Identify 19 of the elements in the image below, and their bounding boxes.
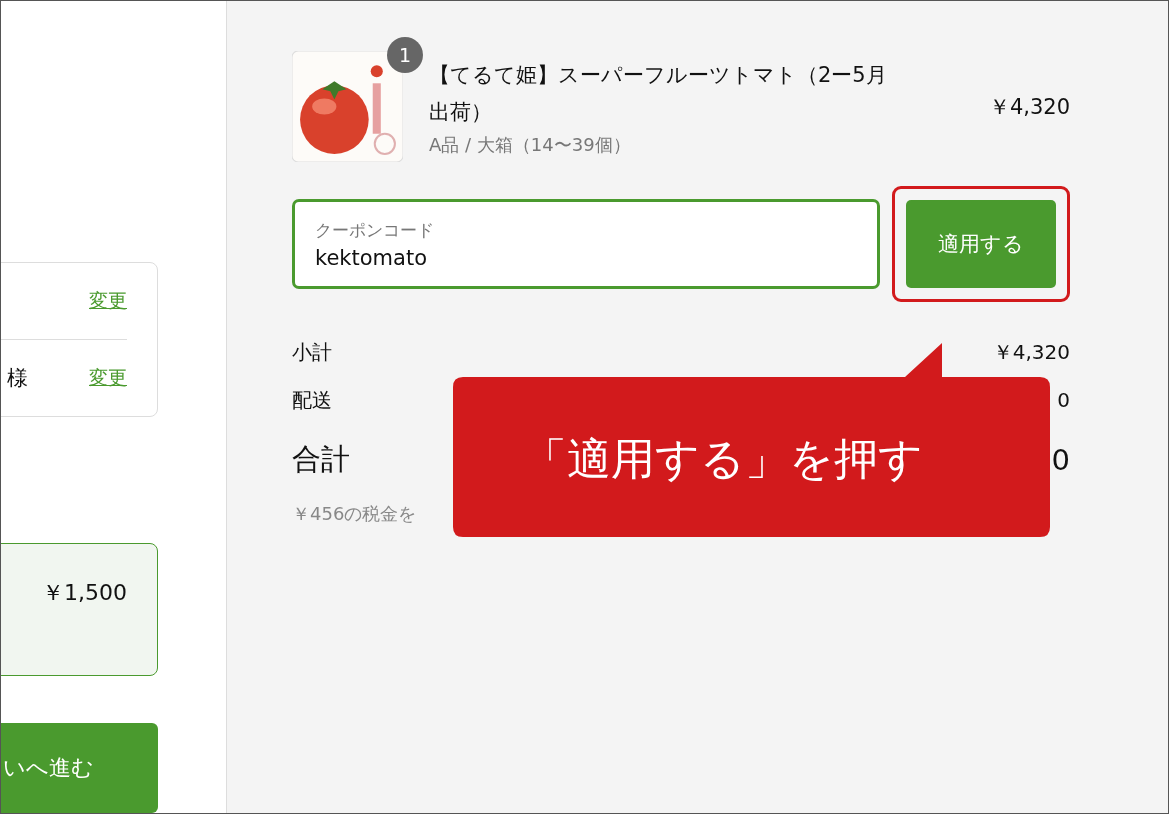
coupon-field[interactable]: クーポンコード kektomato — [292, 199, 880, 289]
shipping-option[interactable]: ￥1,500 — [1, 543, 158, 676]
summary-label: 合計 — [292, 441, 350, 478]
apply-button[interactable]: 適用する — [906, 200, 1056, 288]
product-price: ￥4,320 — [988, 93, 1070, 121]
summary-value: 0 — [1057, 388, 1070, 412]
summary-label: 配送 — [292, 386, 332, 414]
summary-value: ￥4,320 — [992, 338, 1070, 366]
summary-label: 小計 — [292, 338, 332, 366]
change-link[interactable]: 変更 — [89, 288, 127, 314]
address-text: 様 — [7, 365, 28, 392]
product-name: 【てるて姫】スーパーフルーツトマト（2ー5月出荷） — [429, 61, 888, 126]
tax-note: ￥456の税金を — [292, 502, 418, 526]
summary-value: 0 — [1051, 443, 1070, 477]
quantity-badge: 1 — [387, 37, 423, 73]
callout-text: 「適用する」を押す — [523, 432, 923, 486]
continue-button[interactable]: いへ進む — [1, 723, 158, 813]
product-variant: A品 / 大箱（14〜39個） — [429, 132, 632, 157]
change-link[interactable]: 変更 — [89, 365, 127, 391]
